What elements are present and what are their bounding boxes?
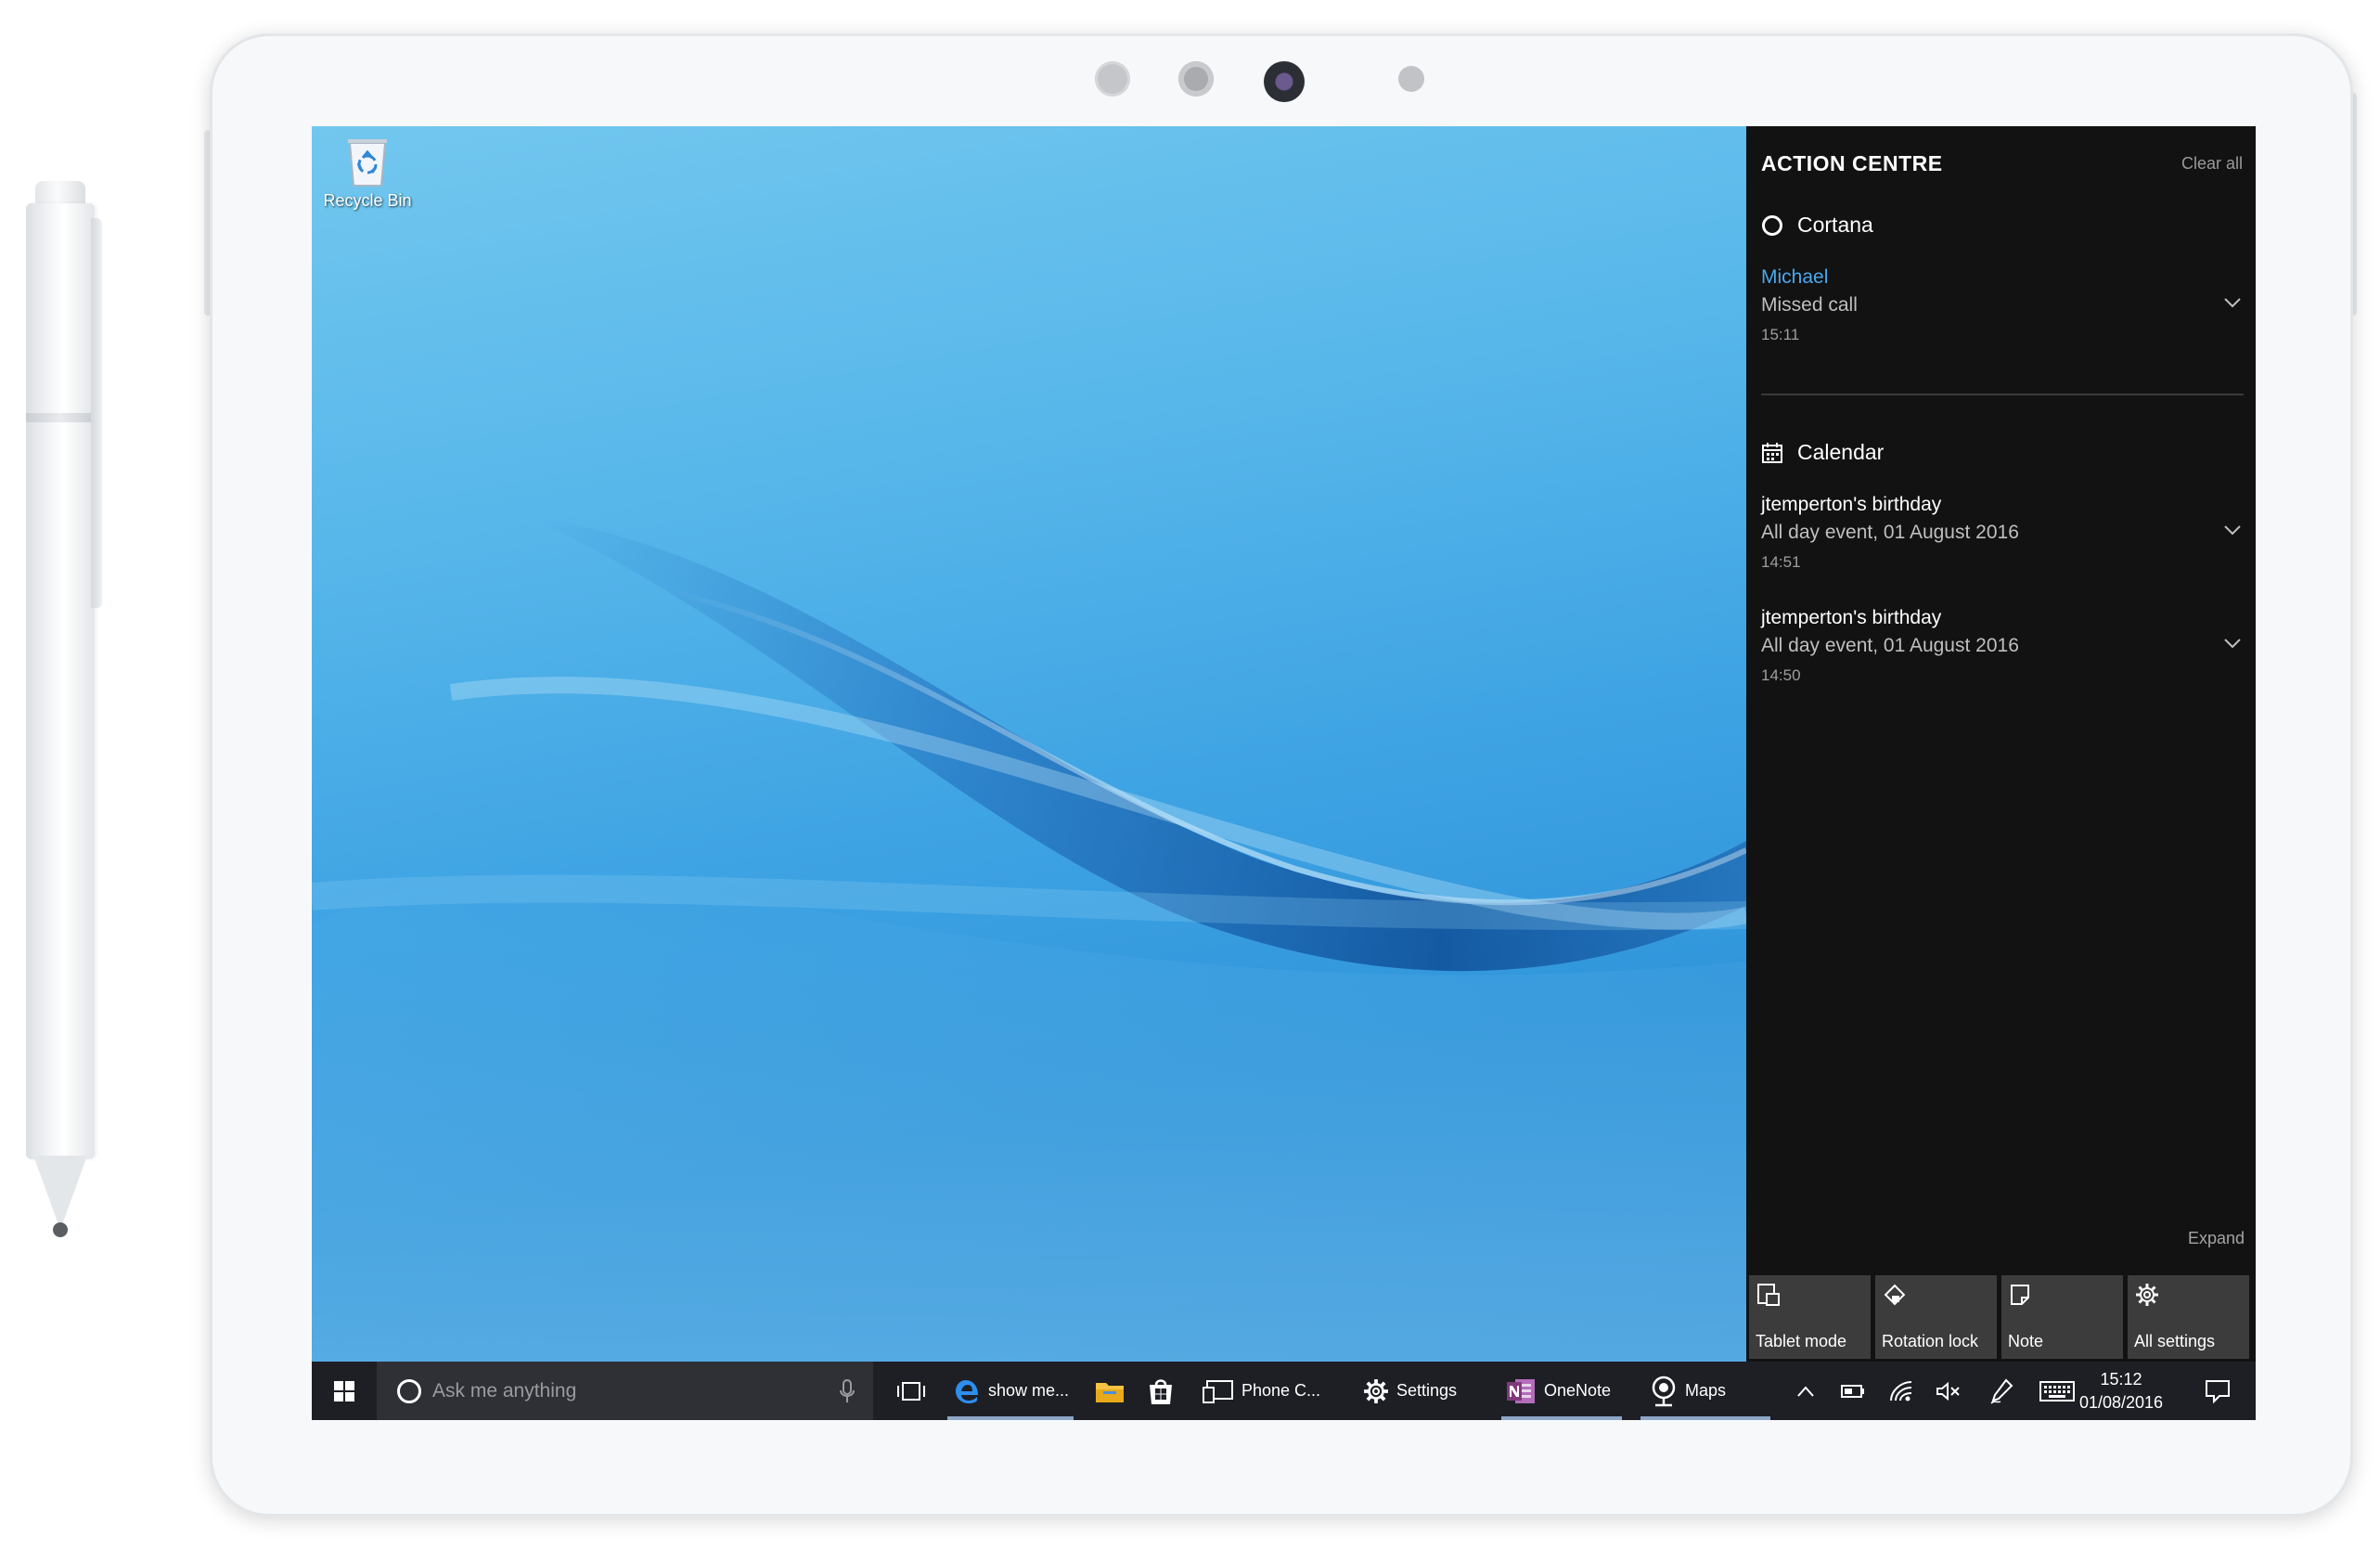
tablet-mode-icon [1757, 1284, 1780, 1306]
group-label-calendar: Calendar [1797, 440, 1885, 464]
chevron-down-icon[interactable] [2223, 638, 2242, 649]
pen-clip [91, 218, 102, 608]
pen-tip [33, 1156, 87, 1230]
clock-date: 01/08/2016 [2078, 1393, 2164, 1412]
clock[interactable]: 15:12 01/08/2016 [2078, 1368, 2165, 1414]
cortana-ring-icon [1762, 214, 1782, 236]
wallpaper-wave [312, 516, 1746, 1362]
taskbar-app-edge[interactable]: show me... [947, 1362, 1074, 1420]
quick-action-label: Rotation lock [1882, 1332, 1979, 1350]
quick-action-all-settings[interactable]: All settings [2128, 1275, 2249, 1359]
taskbar-app-maps[interactable]: Maps [1640, 1362, 1770, 1420]
task-view-button[interactable] [885, 1362, 937, 1420]
notification-time: 14:50 [1761, 666, 1801, 684]
notification-missed-call[interactable]: Michael Missed call 15:11 [1761, 264, 2244, 349]
taskbar-app-label: Maps [1685, 1381, 1727, 1400]
store-icon [1150, 1378, 1172, 1404]
notification-calendar-event[interactable]: jtemperton's birthday All day event, 01 … [1761, 491, 2244, 576]
rotation-lock-icon [1884, 1284, 1906, 1306]
quick-action-label: Note [2008, 1332, 2044, 1350]
keyboard-icon[interactable] [2039, 1380, 2075, 1402]
notification-title: Michael [1761, 266, 1829, 288]
taskbar-app-onenote[interactable]: OneNote [1501, 1362, 1622, 1420]
pen-icon[interactable] [1989, 1377, 2013, 1404]
taskbar: Ask me anything show me... Phone C... Se… [312, 1362, 2256, 1420]
notification-title: jtemperton's birthday [1761, 607, 1942, 628]
file-explorer-icon [1096, 1382, 1124, 1402]
chevron-down-icon[interactable] [2223, 297, 2242, 308]
start-button[interactable] [312, 1362, 377, 1420]
group-label-cortana: Cortana [1797, 213, 1873, 237]
pen-band [26, 413, 95, 422]
notification-body: All day event, 01 August 2016 [1761, 522, 2019, 543]
taskbar-app-label: Settings [1396, 1381, 1458, 1400]
wifi-icon[interactable] [1889, 1380, 1913, 1402]
taskbar-app-settings[interactable]: Settings [1363, 1362, 1465, 1420]
pen-point [53, 1222, 68, 1237]
volume-mute-icon[interactable] [1936, 1381, 1962, 1402]
notification-calendar-event[interactable]: jtemperton's birthday All day event, 01 … [1761, 604, 2244, 690]
notification-body: All day event, 01 August 2016 [1761, 635, 2019, 656]
quick-action-label: All settings [2134, 1332, 2216, 1350]
clock-time: 15:12 [2100, 1370, 2142, 1389]
desktop[interactable]: Recycle Bin [312, 126, 1746, 1362]
maps-icon [1652, 1376, 1676, 1406]
quick-actions: Tablet mode Rotation lock Note All setti… [1749, 1275, 2249, 1359]
taskbar-app-phone-companion[interactable]: Phone C... [1203, 1362, 1323, 1420]
ir-sensor [1095, 61, 1130, 97]
taskbar-app-store[interactable] [1136, 1362, 1186, 1420]
desktop-icon-recycle-bin[interactable]: Recycle Bin [321, 132, 414, 211]
status-led [1398, 66, 1424, 92]
notification-group-calendar[interactable]: Calendar [1761, 440, 1884, 465]
ambient-light-sensor [1178, 61, 1214, 97]
taskbar-app-label: show me... [988, 1381, 1070, 1400]
recycle-bin-icon [348, 139, 387, 187]
notification-group-cortana[interactable]: Cortana [1761, 213, 1873, 238]
front-camera [1264, 61, 1305, 102]
pen-body [26, 203, 95, 1159]
quick-action-note[interactable]: Note [2001, 1275, 2123, 1359]
gear-icon [2136, 1284, 2158, 1306]
quick-action-tablet-mode[interactable]: Tablet mode [1749, 1275, 1871, 1359]
taskbar-app-label: Phone C... [1241, 1381, 1321, 1400]
action-centre-title: ACTION CENTRE [1761, 151, 1943, 175]
microphone-icon[interactable] [840, 1379, 855, 1403]
calendar-icon [1762, 442, 1782, 463]
note-icon [2011, 1285, 2029, 1305]
chevron-down-icon[interactable] [2223, 524, 2242, 536]
action-centre-icon[interactable] [2205, 1379, 2231, 1403]
group-divider [1761, 394, 2244, 395]
search-placeholder: Ask me anything [432, 1379, 577, 1402]
gear-icon [1364, 1378, 1388, 1403]
taskbar-app-file-explorer[interactable] [1086, 1362, 1134, 1420]
action-centre: ACTION CENTRE Clear all Cortana Michael … [1746, 126, 2256, 1362]
notification-time: 14:51 [1761, 553, 1801, 571]
clear-all-button[interactable]: Clear all [2181, 154, 2243, 174]
phone-companion-icon [1203, 1379, 1233, 1403]
quick-action-rotation-lock[interactable]: Rotation lock [1875, 1275, 1997, 1359]
windows-logo-icon [334, 1380, 354, 1402]
taskbar-app-label: OneNote [1544, 1381, 1612, 1400]
chevron-up-icon[interactable] [1796, 1385, 1815, 1398]
screen: Recycle Bin ACTION CENTRE Clear all Cort… [312, 126, 2256, 1420]
quick-action-label: Tablet mode [1756, 1332, 1847, 1350]
notification-time: 15:11 [1761, 326, 1800, 343]
notification-body: Missed call [1761, 294, 1858, 316]
cortana-ring-icon [397, 1378, 421, 1403]
onenote-icon [1507, 1378, 1535, 1403]
battery-icon[interactable] [1841, 1384, 1865, 1399]
system-tray [1787, 1362, 2075, 1420]
expand-button[interactable]: Expand [2188, 1229, 2245, 1248]
surface-pen [26, 181, 102, 1244]
task-view-icon [897, 1381, 925, 1401]
edge-icon [956, 1379, 978, 1403]
recycle-bin-label: Recycle Bin [323, 191, 412, 210]
notification-title: jtemperton's birthday [1761, 494, 1942, 515]
cortana-search-box[interactable]: Ask me anything [377, 1362, 873, 1420]
